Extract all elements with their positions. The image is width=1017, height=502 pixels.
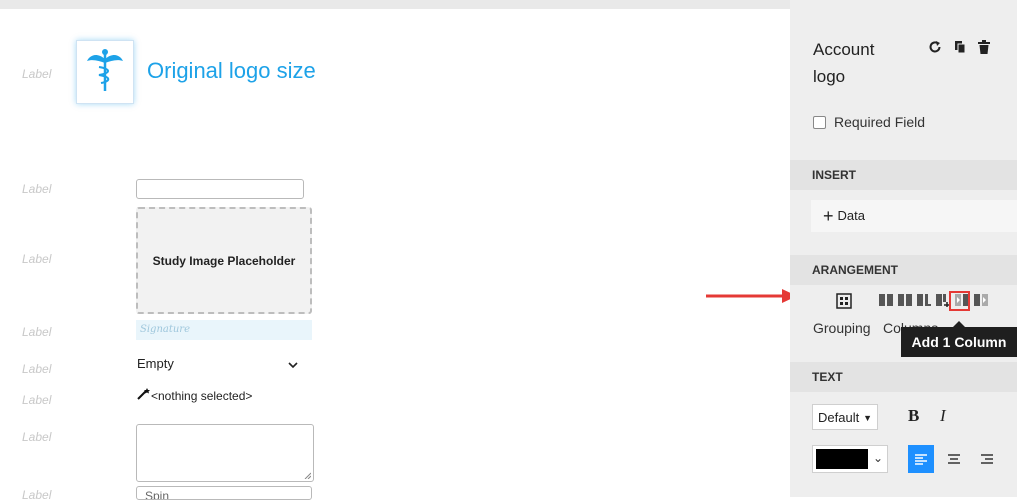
italic-button[interactable]: I (940, 406, 946, 426)
align-right-button[interactable] (974, 445, 1000, 473)
align-right-icon (981, 454, 993, 464)
field-label: Label (22, 430, 52, 444)
caret-down-icon: ▼ (863, 413, 872, 423)
tooltip-text: Add 1 Column (911, 334, 1007, 350)
grouping-icon[interactable] (836, 293, 852, 309)
required-field-toggle[interactable]: Required Field (813, 114, 925, 130)
study-image-placeholder[interactable]: Study Image Placeholder (136, 207, 312, 314)
magic-wand-icon (137, 388, 150, 400)
text-color-picker[interactable]: ⌄ (812, 445, 888, 473)
refresh-icon[interactable] (928, 40, 942, 54)
field-label: Label (22, 67, 52, 81)
font-select-value: Default (818, 410, 860, 425)
insert-header: INSERT (790, 160, 1017, 190)
chevron-down-icon: ⌄ (872, 451, 883, 465)
field-label: Label (22, 325, 52, 339)
align-center-icon (948, 454, 960, 464)
copy-icon[interactable] (954, 40, 966, 54)
logo-image[interactable] (76, 40, 134, 104)
column-icon[interactable] (898, 293, 912, 307)
field-label: Label (22, 393, 52, 407)
empty-select[interactable]: Empty (137, 356, 301, 376)
panel-title: Account logo (813, 40, 875, 86)
highlight-box (949, 291, 970, 311)
required-checkbox[interactable] (813, 115, 826, 129)
caduceus-icon (87, 49, 123, 91)
picker-field[interactable]: <nothing selected> (137, 388, 252, 403)
insert-data-label: Data (837, 208, 865, 223)
move-right-icon[interactable] (974, 293, 988, 307)
bold-button[interactable]: B (908, 406, 919, 426)
column-icon[interactable] (879, 293, 893, 307)
required-label: Required Field (834, 114, 926, 130)
red-arrow-icon (706, 289, 797, 303)
resize-grip-icon[interactable] (303, 471, 311, 479)
align-left-button[interactable] (908, 445, 934, 473)
remove-column-icon[interactable] (917, 293, 931, 307)
select-value: Empty (137, 356, 174, 371)
signature-field[interactable]: Signature (136, 320, 312, 340)
text-header: TEXT (790, 362, 1017, 392)
trash-icon[interactable] (978, 40, 990, 54)
align-left-icon (915, 454, 927, 465)
field-label: Label (22, 362, 52, 376)
font-select[interactable]: Default ▼ (812, 404, 878, 430)
logo-title: Original logo size (147, 58, 316, 83)
color-swatch (816, 449, 868, 469)
field-label: Label (22, 488, 52, 502)
insert-data-button[interactable]: + Data (811, 200, 1017, 232)
textarea-field[interactable] (136, 424, 314, 482)
field-label: Label (22, 182, 52, 196)
arrangement-header: ARANGEMENT (790, 255, 1017, 285)
chevron-down-icon (288, 362, 298, 369)
tooltip: Add 1 Column (901, 321, 1017, 357)
canvas-top-bar (0, 0, 790, 9)
properties-panel: Account logo Required Field INSERT + Data… (790, 0, 1017, 497)
grouping-label: Grouping (813, 320, 871, 336)
field-label: Label (22, 252, 52, 266)
nothing-selected-text: <nothing selected> (151, 389, 253, 403)
text-input[interactable] (136, 179, 304, 199)
plus-icon: + (823, 206, 834, 226)
align-center-button[interactable] (941, 445, 967, 473)
spin-field[interactable]: Spin (136, 486, 312, 500)
add-column-icon[interactable] (936, 293, 950, 307)
